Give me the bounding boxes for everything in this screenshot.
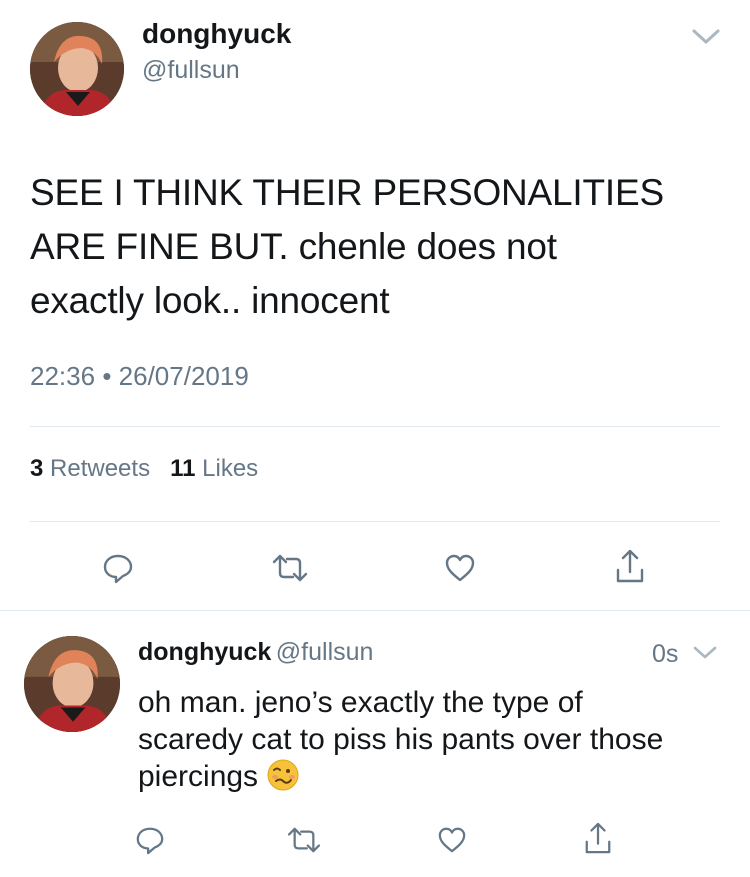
likes-stat[interactable]: 11 Likes <box>170 455 258 482</box>
reply-text-line: oh man. jeno’s exactly the type of <box>138 686 583 719</box>
tweet-timestamp[interactable]: 22:36 • 26/07/2019 <box>30 361 249 392</box>
like-icon[interactable] <box>438 546 482 590</box>
like-count: 11 <box>170 455 196 482</box>
retweet-count: 3 <box>30 455 44 482</box>
retweet-icon[interactable] <box>268 546 312 590</box>
reply-text-line: piercings 🥴 <box>138 758 738 805</box>
reply-timestamp[interactable]: 0s <box>652 640 678 669</box>
reply-text-last: piercings <box>138 760 259 793</box>
tweet-text-line: ARE FINE BUT. chenle does not <box>30 226 557 267</box>
tweet-date: 26/07/2019 <box>118 361 249 391</box>
reply-icon[interactable] <box>128 818 172 862</box>
divider <box>30 521 720 522</box>
reply-display-name[interactable]: donghyuck <box>138 638 271 666</box>
tweet-stats: 3 Retweets 11 Likes <box>30 455 258 483</box>
reply-header: donghyuck @fullsun <box>138 638 373 667</box>
retweets-stat[interactable]: 3 Retweets <box>30 455 150 482</box>
retweet-label: Retweets <box>50 455 151 482</box>
tweet-text-line: SEE I THINK THEIR PERSONALITIES <box>30 172 664 213</box>
retweet-icon[interactable] <box>282 818 326 862</box>
chevron-down-icon[interactable] <box>692 644 718 662</box>
reply-icon[interactable] <box>96 546 140 590</box>
avatar[interactable] <box>30 22 124 116</box>
chevron-down-icon[interactable] <box>691 27 721 47</box>
woozy-face-icon <box>267 759 299 791</box>
divider <box>0 610 750 611</box>
user-handle[interactable]: @fullsun <box>142 56 240 85</box>
reply-user-handle[interactable]: @fullsun <box>276 638 374 666</box>
share-icon[interactable] <box>608 544 652 588</box>
like-icon[interactable] <box>430 818 474 862</box>
separator-dot: • <box>102 361 112 391</box>
reply-text-line: scaredy cat to piss his pants over those <box>138 723 664 756</box>
tweet-text: SEE I THINK THEIR PERSONALITIES ARE FINE… <box>30 166 730 328</box>
reply-text: oh man. jeno’s exactly the type of scare… <box>138 684 738 805</box>
share-icon[interactable] <box>576 816 620 860</box>
tweet-time: 22:36 <box>30 361 96 391</box>
reply-avatar[interactable] <box>24 636 120 732</box>
display-name[interactable]: donghyuck <box>142 18 291 50</box>
tweet-text-line: exactly look.. innocent <box>30 280 390 321</box>
like-label: Likes <box>202 455 259 482</box>
divider <box>30 426 720 427</box>
